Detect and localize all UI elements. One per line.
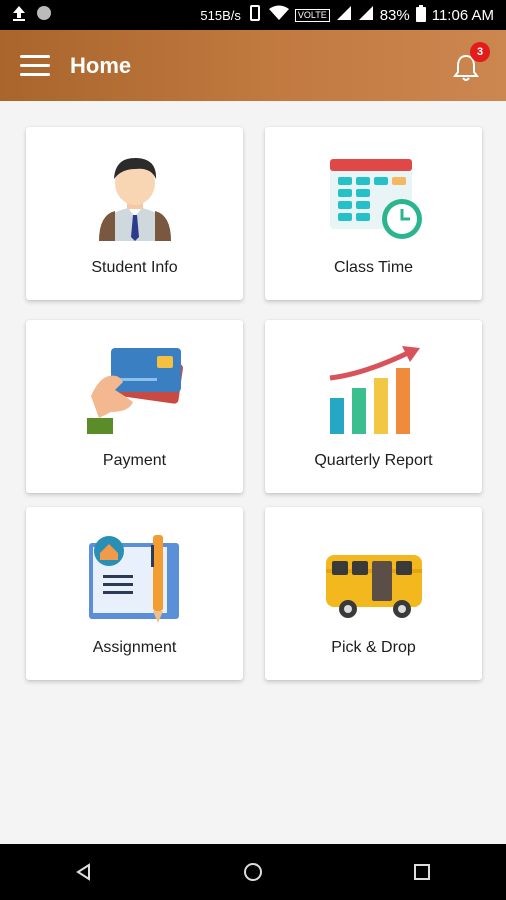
tile-label: Payment [102,452,167,469]
tile-label: Student Info [91,259,178,276]
tile-student-info[interactable]: Student Info [26,127,243,300]
bar-growth-icon [324,342,424,438]
menu-button[interactable] [0,30,70,101]
calendar-clock-icon [324,149,424,245]
signal-icon [336,5,352,25]
notifications-button[interactable]: 3 [446,42,490,88]
tile-class-time[interactable]: Class Time [265,127,482,300]
home-icon [243,863,262,881]
app-bar: Home 3 [0,30,506,101]
network-speed: 515B/s [200,7,241,23]
recents-button[interactable] [392,844,452,900]
vibrate-icon [247,5,263,25]
back-icon [76,863,91,881]
page-title: Home [70,52,132,78]
tile-label: Quarterly Report [314,452,433,469]
wifi-icon [268,5,289,25]
notebook-pen-icon [85,529,185,625]
upload-icon [12,5,26,25]
system-nav-bar [0,844,506,900]
student-icon [85,149,185,245]
volte-badge: VOLTE [294,8,330,22]
tile-pick-drop[interactable]: Pick & Drop [265,507,482,680]
hamburger-icon [20,49,50,82]
tile-assignment[interactable]: Assignment [26,507,243,680]
signal-icon-2 [358,5,374,25]
battery-percent: 83% [379,6,410,24]
tile-label: Assignment [92,639,177,656]
tile-payment[interactable]: Payment [26,320,243,493]
bus-icon [324,529,424,625]
notification-badge: 3 [470,42,490,62]
credit-card-icon [85,342,185,438]
clock-time: 11:06 AM [431,6,494,24]
tile-label: Class Time [333,259,414,276]
tile-label: Pick & Drop [331,639,416,656]
status-bar: 515B/s VOLTE 83% 11:06 AM [0,0,506,30]
notification-dot-icon [36,5,52,25]
battery-icon [415,4,426,26]
tile-quarterly-report[interactable]: Quarterly Report [265,320,482,493]
back-button[interactable] [54,844,114,900]
recents-icon [413,864,430,880]
home-button[interactable] [223,844,283,900]
